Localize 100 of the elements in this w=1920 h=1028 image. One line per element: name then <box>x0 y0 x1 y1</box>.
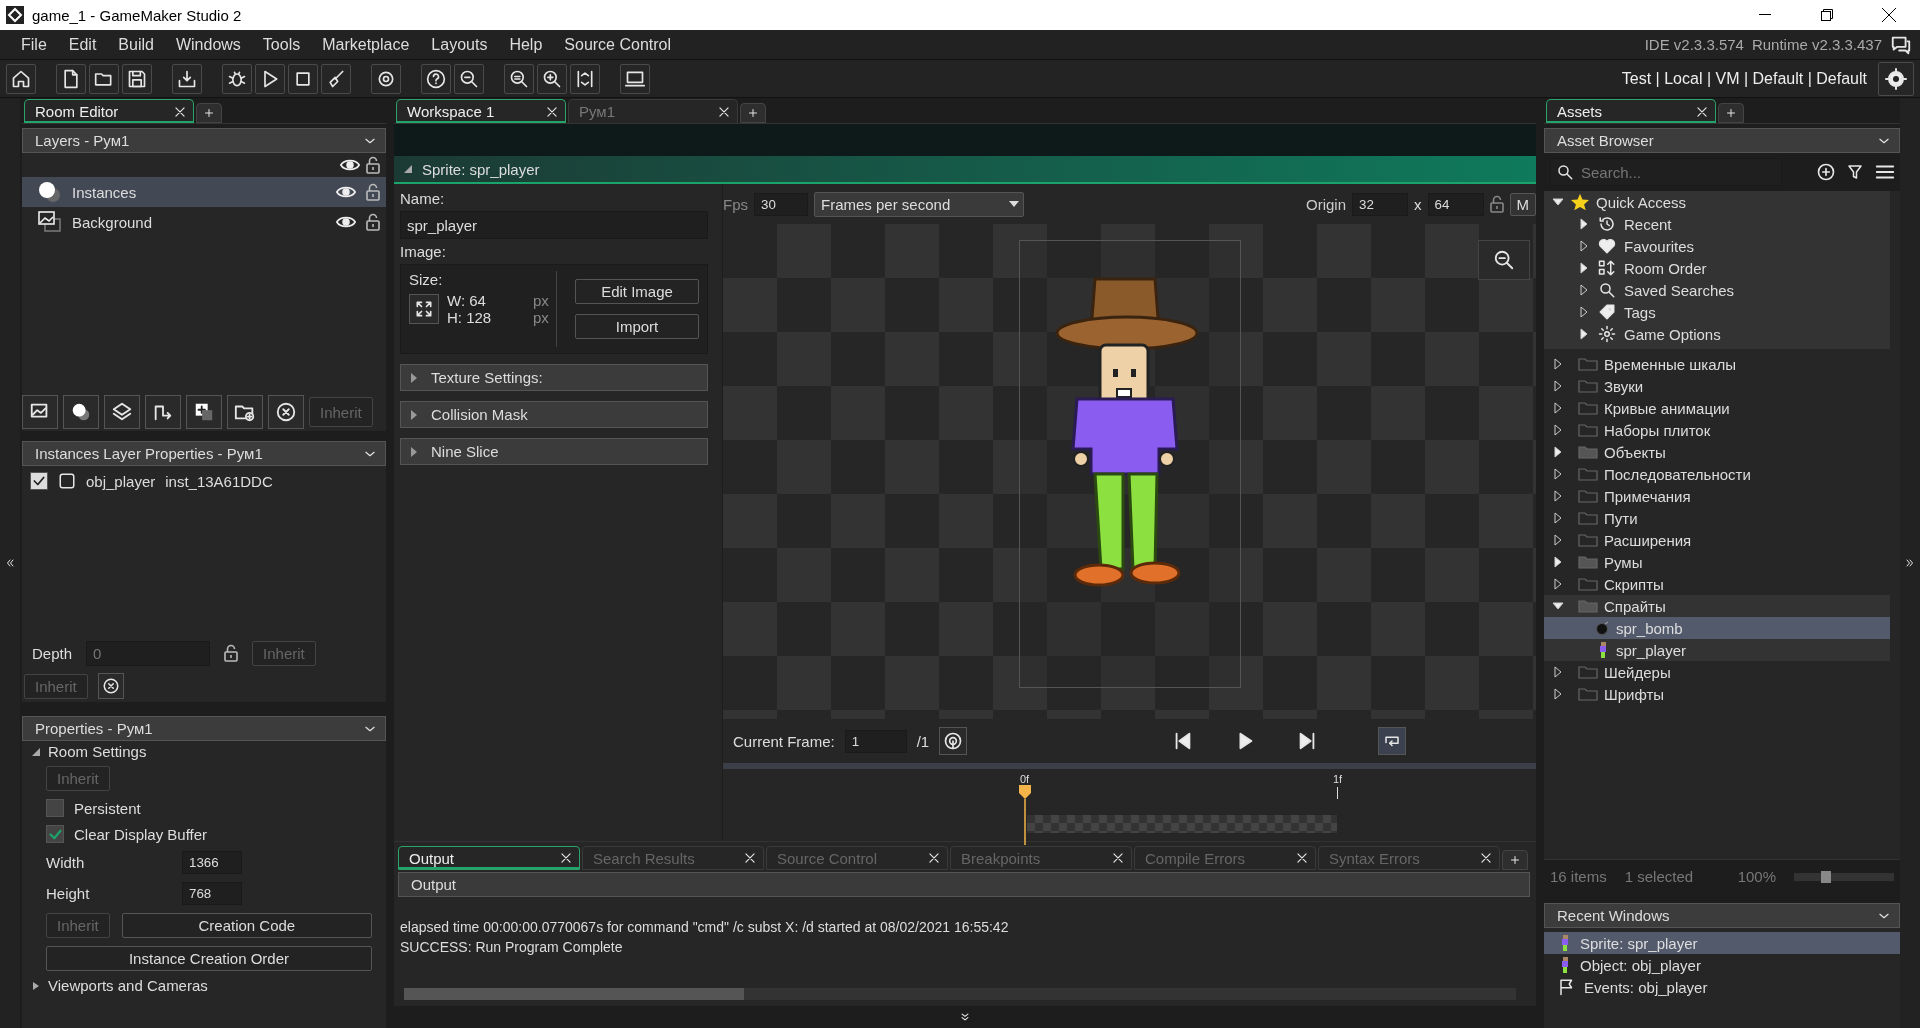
collapsible-section[interactable]: Collision Mask <box>400 401 708 428</box>
tab[interactable]: Output <box>398 846 580 870</box>
menu-item[interactable]: Windows <box>164 35 252 54</box>
collapsed-arrow-icon[interactable] <box>1578 284 1590 296</box>
onion-skin-button[interactable] <box>939 727 968 755</box>
menu-item[interactable]: Build <box>107 35 165 54</box>
padlock-icon[interactable] <box>366 156 380 174</box>
number-field[interactable]: 768 <box>182 882 242 905</box>
collapsed-arrow-icon[interactable] <box>1552 468 1564 480</box>
collapsed-arrow-icon[interactable] <box>1552 358 1564 370</box>
add-tab-button[interactable] <box>196 103 222 123</box>
tree-item[interactable]: Quick Access <box>1544 191 1890 213</box>
collapsed-arrow-icon[interactable] <box>1552 534 1564 546</box>
debug-button[interactable] <box>222 63 252 94</box>
settings-button[interactable] <box>371 63 401 94</box>
add-tile-layer-button[interactable] <box>104 395 140 429</box>
tree-item[interactable]: Game Options <box>1544 323 1890 345</box>
zoom-in-button[interactable] <box>537 63 567 94</box>
fit-button[interactable] <box>570 63 600 94</box>
filter-icon[interactable] <box>1846 163 1864 181</box>
tree-item[interactable]: Пути <box>1544 507 1890 529</box>
run-button[interactable] <box>255 63 285 94</box>
import-button[interactable]: Import <box>575 314 699 339</box>
tree-item[interactable]: Шейдеры <box>1544 661 1890 683</box>
tree-item[interactable]: Recent <box>1544 213 1890 235</box>
instance-object[interactable]: obj_player <box>86 472 156 490</box>
expanded-arrow-icon[interactable] <box>32 747 40 756</box>
checkbox[interactable] <box>46 799 64 817</box>
tree-item[interactable]: Favourites <box>1544 235 1890 257</box>
menu-item[interactable]: Help <box>498 35 554 54</box>
collapsed-arrow-icon[interactable] <box>1552 446 1564 458</box>
expanded-arrow-icon[interactable] <box>1552 600 1564 612</box>
add-instance-layer-button[interactable] <box>63 395 99 429</box>
collapsed-arrow-icon[interactable] <box>1552 490 1564 502</box>
recent-windows-header[interactable]: Recent Windows <box>1544 903 1900 928</box>
frame-thumbnail[interactable] <box>1027 815 1337 833</box>
save-button[interactable] <box>122 63 152 94</box>
close-icon[interactable] <box>1111 851 1125 865</box>
tree-item[interactable]: Tags <box>1544 301 1890 323</box>
mask-button[interactable]: M <box>1509 192 1536 216</box>
layers-header[interactable]: Layers - Рум1 <box>22 128 386 153</box>
collapsed-arrow-icon[interactable] <box>1578 218 1590 230</box>
eye-icon[interactable] <box>336 184 356 200</box>
close-icon[interactable] <box>743 851 757 865</box>
close-icon[interactable] <box>1479 851 1493 865</box>
properties-header[interactable]: Properties - Рум1 <box>22 716 386 741</box>
eye-icon[interactable] <box>336 214 356 230</box>
close-icon[interactable] <box>173 104 187 119</box>
menu-item[interactable]: Tools <box>251 35 312 54</box>
tree-item[interactable]: Кривые анимации <box>1544 397 1890 419</box>
slider-thumb[interactable] <box>1821 870 1831 883</box>
collapsed-arrow-icon[interactable] <box>1552 578 1564 590</box>
creation-code-button[interactable]: Creation Code <box>121 913 372 938</box>
tree-item[interactable]: spr_player <box>1544 639 1890 661</box>
target-button[interactable] <box>1878 61 1914 96</box>
edit-image-button[interactable]: Edit Image <box>575 279 699 304</box>
home-button[interactable] <box>6 63 36 94</box>
tree-item[interactable]: Спрайты <box>1544 595 1890 617</box>
instances-header[interactable]: Instances Layer Properties - Рум1 <box>22 441 386 466</box>
tree-item[interactable]: spr_bomb <box>1544 617 1890 639</box>
zoom-out-button[interactable] <box>454 63 484 94</box>
layer-row[interactable]: Background <box>22 207 386 237</box>
add-tab-button[interactable] <box>1502 850 1528 870</box>
stop-button[interactable] <box>288 63 318 94</box>
tree-item[interactable]: Шрифты <box>1544 683 1890 705</box>
close-icon[interactable] <box>559 851 573 865</box>
playhead[interactable] <box>1019 785 1031 845</box>
recent-window-item[interactable]: Sprite: spr_player <box>1544 932 1900 954</box>
fps-field[interactable]: 30 <box>754 192 808 216</box>
add-asset-layer-button[interactable] <box>186 395 222 429</box>
new-file-button[interactable] <box>56 63 86 94</box>
tree-item[interactable]: Объекты <box>1544 441 1890 463</box>
collapsed-arrow-icon[interactable] <box>1552 556 1564 568</box>
collapsed-arrow-icon[interactable] <box>1578 240 1590 252</box>
origin-y-field[interactable]: 64 <box>1427 192 1484 216</box>
target-selector[interactable]: Test | Local | VM | Default | Default <box>1621 69 1867 88</box>
delete-layer-button[interactable] <box>268 395 304 429</box>
close-icon[interactable] <box>927 851 941 865</box>
menu-item[interactable]: Layouts <box>420 35 499 54</box>
frame-field[interactable]: 1 <box>844 729 907 753</box>
help-button[interactable] <box>421 63 451 94</box>
menu-item[interactable]: Edit <box>57 35 108 54</box>
tree-item[interactable]: Скрипты <box>1544 573 1890 595</box>
close-icon[interactable] <box>717 104 731 119</box>
close-icon[interactable] <box>545 104 559 119</box>
collapsed-arrow-icon[interactable] <box>1578 306 1590 318</box>
menu-item[interactable]: File <box>10 35 58 54</box>
collapsed-arrow-icon[interactable] <box>1552 380 1564 392</box>
tree-item[interactable]: Временные шкалы <box>1544 353 1890 375</box>
section-title[interactable]: Viewports and Cameras <box>48 977 208 994</box>
tree-item[interactable]: Звуки <box>1544 375 1890 397</box>
collapsed-arrow-icon[interactable] <box>1552 402 1564 414</box>
padlock-icon[interactable] <box>366 213 380 231</box>
tab[interactable]: Assets <box>1546 99 1716 123</box>
collapsed-arrow-icon[interactable] <box>1552 424 1564 436</box>
loop-button[interactable] <box>1378 727 1406 755</box>
add-folder-button[interactable] <box>227 395 263 429</box>
padlock-icon[interactable] <box>366 183 380 201</box>
expanded-arrow-icon[interactable] <box>1552 196 1564 208</box>
close-icon[interactable] <box>1295 851 1309 865</box>
